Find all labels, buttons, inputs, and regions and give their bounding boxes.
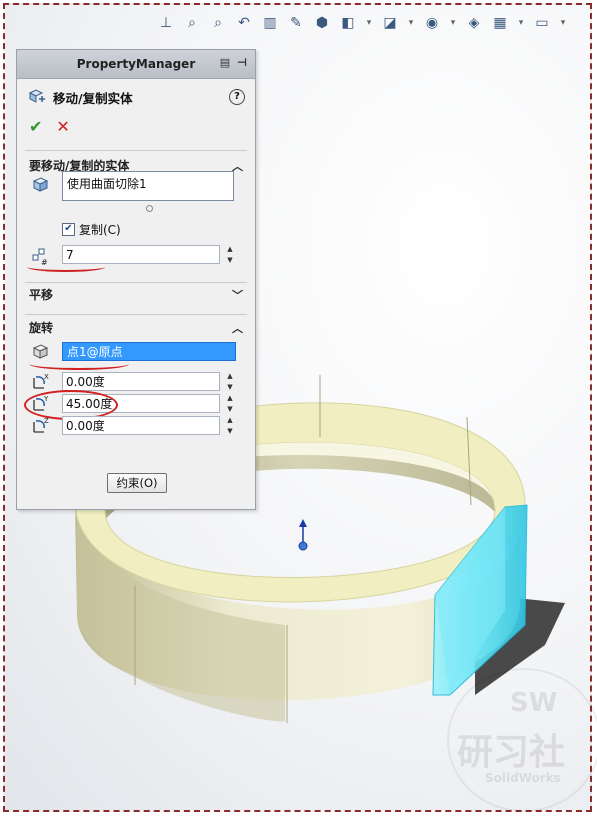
origin-point-icon[interactable] [298,541,308,551]
copy-checkbox-row[interactable]: ✔ 复制(C) [62,221,121,238]
chevron-down-icon[interactable]: ﹀ [232,287,243,303]
zoom-area-icon[interactable]: ⌕ [207,12,229,34]
chevron-down-icon[interactable]: ▾ [363,12,375,34]
monitor-icon[interactable]: ▭ [531,12,553,34]
chevron-down-icon[interactable]: ▾ [447,12,459,34]
chevron-down-icon[interactable]: ▾ [557,12,569,34]
copies-count-input[interactable]: 7 [62,245,220,264]
chevron-down-icon[interactable]: ▾ [405,12,417,34]
svg-text:X: X [44,373,49,381]
origin-axis-arrow-icon [299,519,307,527]
rotate-x-spinner[interactable]: ▲ ▼ [224,372,236,391]
chevron-down-icon[interactable]: ▾ [515,12,527,34]
rotate-y-spinner[interactable]: ▲ ▼ [224,394,236,413]
view-settings-icon[interactable]: ▦ [489,12,511,34]
hide-show-icon[interactable]: ◪ [379,12,401,34]
translate-section-title: 平移 [29,288,54,302]
feature-header: 移动/复制实体 ? [17,79,255,111]
ok-cancel-row: ✔ ✕ [17,111,255,142]
cancel-button[interactable]: ✕ [56,117,69,136]
copy-checkbox[interactable]: ✔ [62,223,75,236]
chevron-up-icon[interactable]: ︿ [232,320,243,336]
feature-title: 移动/复制实体 [53,90,133,106]
ok-button[interactable]: ✔ [29,117,42,136]
rotate-x-icon: X [33,373,49,389]
rotate-section-title: 旋转 [29,321,54,335]
rotate-z-spinner[interactable]: ▲ ▼ [224,416,236,435]
watermark-title: 研习社 [457,732,566,773]
zoom-fit-icon[interactable]: ⌕ [181,12,203,34]
property-manager-title-bar: PropertyManager ▤ ⊣ [17,50,255,79]
selected-body-item[interactable]: 使用曲面切除1 [67,177,147,191]
previous-view-icon[interactable]: ↶ [233,12,255,34]
watermark-brand: SolidWorks [485,771,561,785]
rotate-x-input[interactable]: 0.00度 [62,372,220,391]
edit-appearance-icon[interactable]: ◉ [421,12,443,34]
apply-scene-icon[interactable]: ◈ [463,12,485,34]
annotation-underline [27,262,105,272]
pin-icon[interactable]: ⊣ [235,56,249,70]
graphics-area[interactable]: SW 研习社 SolidWorks ⊥ ⌕ ⌕ ↶ ▥ ✎ ⬢ ◧ ▾ ◪ ▾ … [3,3,597,812]
help-icon[interactable]: ? [229,89,245,105]
solid-body-icon [32,177,49,192]
dynamic-annotation-icon[interactable]: ✎ [285,12,307,34]
property-manager-title: PropertyManager [76,57,196,71]
bodies-selection-box[interactable]: 使用曲面切除1 [62,171,234,201]
constraints-button[interactable]: 约束(O) [107,473,167,493]
detach-icon[interactable]: ▤ [218,56,232,70]
translate-section-header[interactable]: 平移 ﹀ [17,280,255,307]
rotate-z-icon: Z [33,417,49,433]
resize-handle[interactable] [146,205,153,212]
view-orientation-cube-icon[interactable]: ⬢ [311,12,333,34]
copies-count-spinner[interactable]: ▲ ▼ [224,245,236,264]
rotate-section-header[interactable]: 旋转 ︿ [17,313,255,340]
view-toolbar: ⊥ ⌕ ⌕ ↶ ▥ ✎ ⬢ ◧ ▾ ◪ ▾ ◉ ▾ ◈ ▦ ▾ ▭ ▾ [155,11,569,35]
rotation-origin-icon [32,344,49,359]
property-manager-panel: PropertyManager ▤ ⊣ 移动/复制实体 ? ✔ ✕ 要移动/复制… [16,49,256,510]
copy-label: 复制(C) [79,223,121,237]
svg-text:Z: Z [44,417,49,425]
section-view-icon[interactable]: ▥ [259,12,281,34]
view-orientation-icon[interactable]: ⊥ [155,12,177,34]
move-copy-body-icon [28,89,45,103]
annotation-underline [29,358,129,370]
watermark-sw: SW [510,688,558,718]
display-style-icon[interactable]: ◧ [337,12,359,34]
rotate-z-input[interactable]: 0.00度 [62,416,220,435]
